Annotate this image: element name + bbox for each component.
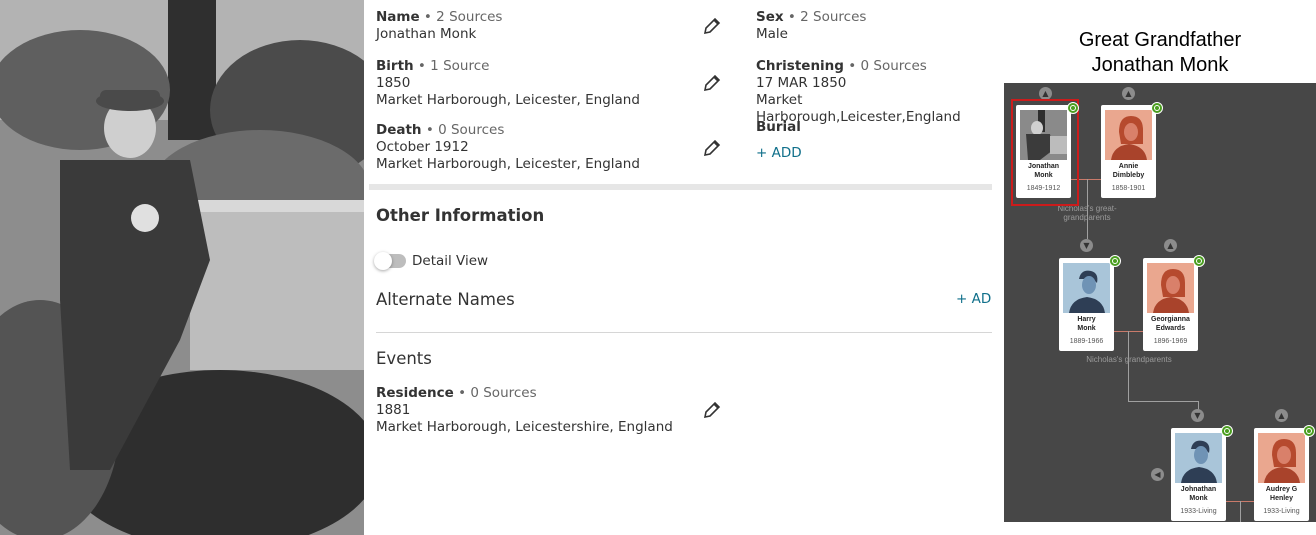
leaf-hint-icon[interactable] [1109, 255, 1121, 267]
fact-date: 1850 [376, 75, 411, 91]
fact-sources[interactable]: • 2 Sources [784, 9, 867, 25]
fact-value: Jonathan Monk [376, 26, 477, 42]
caption-relationship: Great Grandfather [1078, 29, 1242, 51]
chevron-left-icon[interactable]: ◀ [1151, 468, 1164, 481]
fact-date: 1881 [376, 402, 411, 418]
edit-death-pencil-icon[interactable] [702, 138, 722, 158]
death-fact: Death • 0 Sources October 1912 Market Ha… [376, 122, 640, 173]
fact-label: Sex [756, 9, 784, 25]
leaf-hint-icon[interactable] [1193, 255, 1205, 267]
detail-view-toggle[interactable] [374, 252, 406, 270]
fact-label: Name [376, 9, 420, 25]
toggle-knob [374, 252, 392, 270]
person-card[interactable]: Johnathan Monk 1933-Living [1171, 428, 1226, 521]
female-avatar-icon [1147, 263, 1194, 313]
fact-value: Male [756, 26, 788, 42]
person-card[interactable]: Audrey G Henley 1933-Living [1254, 428, 1309, 521]
leaf-hint-icon[interactable] [1303, 425, 1315, 437]
person-name: Jonathan Monk [1027, 163, 1060, 179]
fact-sources[interactable]: • 0 Sources [422, 122, 505, 138]
fact-sources[interactable]: • 0 Sources [844, 58, 927, 74]
person-dates: 1858-1901 [1111, 185, 1146, 192]
detail-view-label: Detail View [412, 253, 489, 269]
fact-place: Market Harborough, Leicester, England [376, 92, 640, 108]
person-name: Annie Dimbleby [1112, 163, 1145, 179]
person-name: Johnathan Monk [1180, 486, 1217, 502]
family-tree-view[interactable]: ▲ ▲ ▼ ▲ ▼ ▲ ◀ Nicholas's great-grandpare… [1004, 83, 1316, 522]
name-fact: Name • 2 Sources Jonathan Monk [376, 9, 502, 43]
christening-fact: Christening • 0 Sources 17 MAR 1850 Mark… [756, 58, 996, 126]
fact-sources[interactable]: • 0 Sources [454, 385, 537, 401]
person-dates: 1849-1912 [1026, 185, 1061, 192]
fact-date: 17 MAR 1850 [756, 75, 847, 91]
tree-connector [1128, 401, 1198, 402]
fact-label: Christening [756, 58, 844, 74]
fact-sources[interactable]: • 2 Sources [420, 9, 503, 25]
female-avatar-icon [1105, 110, 1152, 160]
separator-line [376, 332, 992, 333]
person-dates: 1889-1966 [1069, 338, 1104, 345]
relationship-caption: Great Grandfather Jonathan Monk [1004, 28, 1316, 78]
leaf-hint-icon[interactable] [1221, 425, 1233, 437]
edit-birth-pencil-icon[interactable] [702, 73, 722, 93]
person-dates: 1933-Living [1180, 508, 1217, 515]
edit-residence-pencil-icon[interactable] [702, 400, 722, 420]
tree-connector [1240, 501, 1241, 522]
fact-label: Birth [376, 58, 414, 74]
expand-ancestors-chevron-up-icon[interactable]: ▲ [1164, 239, 1177, 252]
person-name: Georgianna Edwards [1151, 316, 1190, 332]
edit-name-pencil-icon[interactable] [702, 16, 722, 36]
person-photo-thumbnail [1020, 110, 1067, 160]
burial-fact: Burial [756, 119, 801, 136]
fact-label: Residence [376, 385, 454, 401]
expand-ancestors-chevron-up-icon[interactable]: ▲ [1122, 87, 1135, 100]
other-information-heading: Other Information [376, 206, 545, 225]
male-avatar-icon [1175, 433, 1222, 483]
male-avatar-icon [1063, 263, 1110, 313]
caption-person-name: Jonathan Monk [1091, 54, 1229, 76]
person-card[interactable]: Harry Monk 1889-1966 [1059, 258, 1114, 351]
person-name: Harry Monk [1077, 316, 1096, 332]
fact-place: Market Harborough, Leicester, England [376, 156, 640, 172]
sex-fact: Sex • 2 Sources Male [756, 9, 866, 43]
burial-add-link[interactable]: + ADD [756, 145, 802, 161]
person-card[interactable]: Annie Dimbleby 1858-1901 [1101, 105, 1156, 198]
leaf-hint-icon[interactable] [1067, 102, 1079, 114]
person-dates: 1896-1969 [1153, 338, 1188, 345]
collapse-chevron-down-icon[interactable]: ▼ [1191, 409, 1204, 422]
fact-label: Burial [756, 119, 801, 135]
residence-fact: Residence • 0 Sources 1881 Market Harbor… [376, 385, 673, 436]
person-dates: 1933-Living [1263, 508, 1300, 515]
alternate-names-heading: Alternate Names [376, 290, 515, 309]
section-divider [369, 184, 992, 190]
fact-label: Death [376, 122, 422, 138]
person-card[interactable]: Georgianna Edwards 1896-1969 [1143, 258, 1198, 351]
expand-ancestors-chevron-up-icon[interactable]: ▲ [1275, 409, 1288, 422]
person-facts-panel: Name • 2 Sources Jonathan Monk Sex • 2 S… [364, 0, 996, 535]
fact-place: Market Harborough, Leicestershire, Engla… [376, 419, 673, 435]
tree-connector [1128, 331, 1129, 401]
person-name: Audrey G Henley [1265, 486, 1298, 502]
events-heading: Events [376, 349, 432, 368]
collapse-chevron-down-icon[interactable]: ▼ [1080, 239, 1093, 252]
grandparents-label: Nicholas's grandparents [1086, 355, 1172, 364]
leaf-hint-icon[interactable] [1151, 102, 1163, 114]
fact-date: October 1912 [376, 139, 469, 155]
fact-sources[interactable]: • 1 Source [414, 58, 490, 74]
person-card[interactable]: Jonathan Monk 1849-1912 [1016, 105, 1071, 198]
birth-fact: Birth • 1 Source 1850 Market Harborough,… [376, 58, 640, 109]
alternate-names-add-link[interactable]: + ADD [956, 291, 992, 307]
great-grandparents-label: Nicholas's great-grandparents [1057, 204, 1117, 222]
female-avatar-icon [1258, 433, 1305, 483]
portrait-photo [0, 0, 364, 535]
